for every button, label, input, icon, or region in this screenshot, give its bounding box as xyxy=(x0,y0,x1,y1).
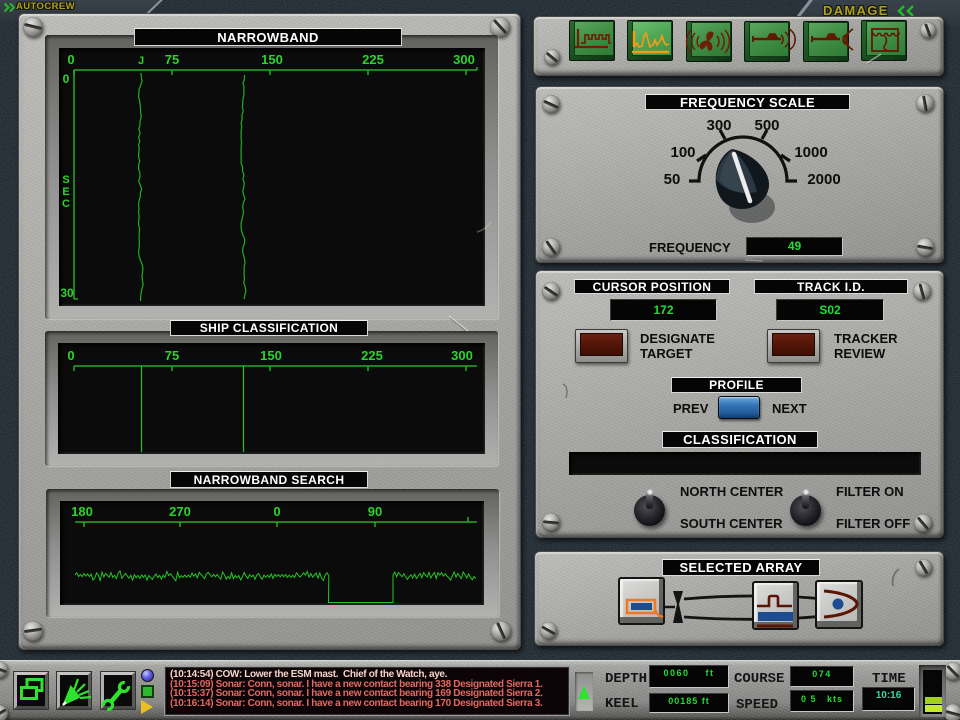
svg-text:30: 30 xyxy=(60,286,74,300)
svg-text:300: 300 xyxy=(451,348,473,363)
svg-text:0: 0 xyxy=(273,504,280,519)
svg-text:270: 270 xyxy=(169,504,191,519)
svg-text:J: J xyxy=(138,55,144,67)
svg-text:500: 500 xyxy=(754,117,779,134)
svg-text:90: 90 xyxy=(368,504,382,519)
svg-text:300: 300 xyxy=(453,52,475,67)
svg-text:1000: 1000 xyxy=(794,144,827,161)
svg-text:150: 150 xyxy=(261,52,283,67)
svg-text:75: 75 xyxy=(165,52,179,67)
svg-text:S: S xyxy=(62,174,69,186)
svg-text:180: 180 xyxy=(71,504,93,519)
svg-text:225: 225 xyxy=(361,348,383,363)
svg-text:225: 225 xyxy=(362,52,384,67)
svg-text:C: C xyxy=(62,198,70,210)
svg-text:150: 150 xyxy=(260,348,282,363)
svg-text:0: 0 xyxy=(63,72,70,86)
svg-text:2000: 2000 xyxy=(807,171,840,188)
svg-text:75: 75 xyxy=(165,348,179,363)
svg-text:50: 50 xyxy=(664,171,681,188)
svg-text:E: E xyxy=(62,186,69,198)
svg-text:100: 100 xyxy=(670,144,695,161)
svg-text:300: 300 xyxy=(706,117,731,134)
svg-text:0: 0 xyxy=(67,348,74,363)
svg-text:0: 0 xyxy=(67,52,74,67)
